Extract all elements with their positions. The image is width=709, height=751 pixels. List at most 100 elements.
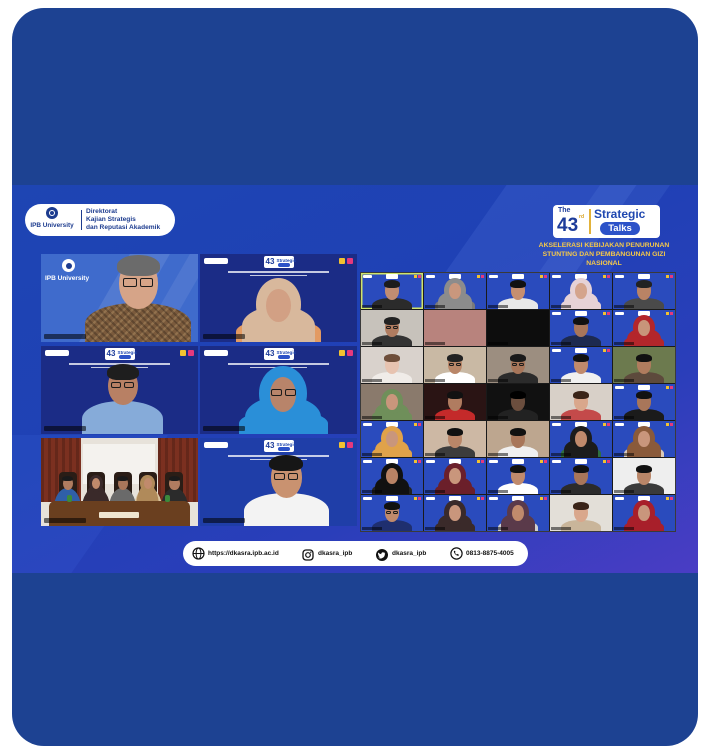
slide-speaker-label	[204, 258, 228, 264]
person-hair	[572, 353, 590, 362]
person-hair	[446, 390, 464, 399]
slide-badge-yellow	[339, 350, 345, 356]
person-hair	[168, 475, 180, 482]
participant-tile	[550, 421, 612, 457]
person-torso	[243, 492, 329, 526]
directorate-line-2: Kajian Strategis	[86, 216, 136, 223]
glasses-lens	[392, 510, 398, 514]
event-prefix: The	[558, 207, 571, 214]
speaker-tile: 43 Strategic	[200, 254, 357, 342]
slide-badge-yellow	[477, 459, 480, 463]
slide-badge-yellow	[540, 459, 543, 463]
person-hair	[635, 390, 653, 399]
slide-badge-yellow	[603, 459, 606, 463]
person-face	[638, 431, 650, 447]
participant-tile	[550, 273, 612, 309]
mini-logo-pill	[277, 263, 290, 267]
slide-speaker-label	[363, 275, 372, 278]
mini-event-logo	[575, 459, 587, 464]
slide-speaker-label	[426, 460, 435, 463]
name-tag	[362, 453, 382, 456]
name-tag	[488, 527, 508, 530]
glasses-lens	[274, 473, 286, 480]
participant-tile	[550, 458, 612, 494]
participant-tile	[550, 347, 612, 383]
slide-badge-pink	[607, 422, 610, 426]
slide-badge-yellow	[540, 274, 543, 278]
slide-badge-yellow	[540, 496, 543, 500]
mini-event-logo: 43 Strategic	[263, 440, 297, 452]
slide-theme-line	[228, 363, 329, 365]
slide-badge-pink	[544, 274, 547, 278]
name-tag	[614, 305, 634, 308]
name-tag	[425, 453, 445, 456]
slide-badge-pink	[418, 422, 421, 426]
person-hair	[635, 279, 653, 288]
participant-tile	[550, 495, 612, 531]
twitter-icon	[376, 548, 388, 566]
event-theme: AKSELERASI KEBIJAKAN PENURUNAN STUNTING …	[533, 241, 675, 268]
slide-speaker-label	[552, 460, 561, 463]
mini-logo-title: Strategic	[276, 441, 297, 447]
slide-badge-pink	[670, 311, 673, 315]
participant-tile	[613, 495, 675, 531]
participant-tile	[487, 458, 549, 494]
tile-university-name: IPB University	[45, 275, 90, 282]
person-face	[575, 431, 587, 447]
mini-logo-number: 43	[106, 349, 116, 358]
person-hair	[117, 475, 129, 482]
person-hair	[269, 454, 304, 472]
name-tag	[362, 342, 382, 345]
participant-tile	[487, 273, 549, 309]
participant-tile	[613, 421, 675, 457]
participant-tile	[361, 347, 423, 383]
slide-badge-yellow	[603, 311, 606, 315]
person-hair	[635, 464, 653, 473]
name-tag	[362, 490, 382, 493]
mini-event-logo: 43 Strategic	[263, 348, 296, 360]
name-tag	[425, 527, 445, 530]
person-hair	[117, 254, 160, 276]
slide-badge-yellow	[477, 496, 480, 500]
name-tag	[551, 527, 571, 530]
directorate-name: Direktorat Kajian Strategis dan Reputasi…	[86, 208, 160, 232]
slide-speaker-label	[426, 275, 435, 278]
mini-logo-number: 43	[265, 349, 275, 358]
name-tag	[44, 334, 86, 339]
slide-speaker-label	[489, 275, 498, 278]
name-tag	[203, 334, 245, 339]
name-tag	[488, 342, 508, 345]
slide-speaker-label	[552, 423, 561, 426]
name-tag	[551, 416, 571, 419]
emblem-ring	[49, 210, 55, 216]
speaker-tile: 43 Strategic	[41, 346, 198, 434]
ipb-emblem-icon	[46, 207, 58, 219]
event-number: 43	[557, 215, 579, 236]
name-tag	[44, 518, 86, 523]
slide-speaker-label	[615, 497, 624, 500]
mini-event-logo	[512, 274, 524, 279]
person-hair	[572, 390, 590, 399]
glasses-lens	[449, 362, 455, 366]
participant-tile	[361, 273, 423, 309]
person-hair	[383, 316, 401, 325]
table-plant	[165, 495, 170, 502]
participant-tile	[424, 310, 486, 346]
slide-badge-yellow	[180, 350, 186, 356]
person-face	[449, 283, 461, 299]
instagram-handle: dkasra_ipb	[318, 550, 353, 557]
name-tag	[488, 305, 508, 308]
slide-badge-pink	[607, 459, 610, 463]
participant-tile	[613, 310, 675, 346]
slide-badge-yellow	[603, 422, 606, 426]
person-face	[386, 394, 398, 410]
person-face	[512, 505, 524, 521]
person-hair	[383, 353, 401, 362]
participant-tile	[424, 347, 486, 383]
mini-event-logo	[512, 459, 524, 464]
name-tag	[488, 490, 508, 493]
slide-speaker-label	[615, 312, 624, 315]
person-hair	[509, 353, 527, 362]
mini-logo-title: Strategic	[117, 349, 138, 355]
name-tag	[362, 305, 382, 308]
